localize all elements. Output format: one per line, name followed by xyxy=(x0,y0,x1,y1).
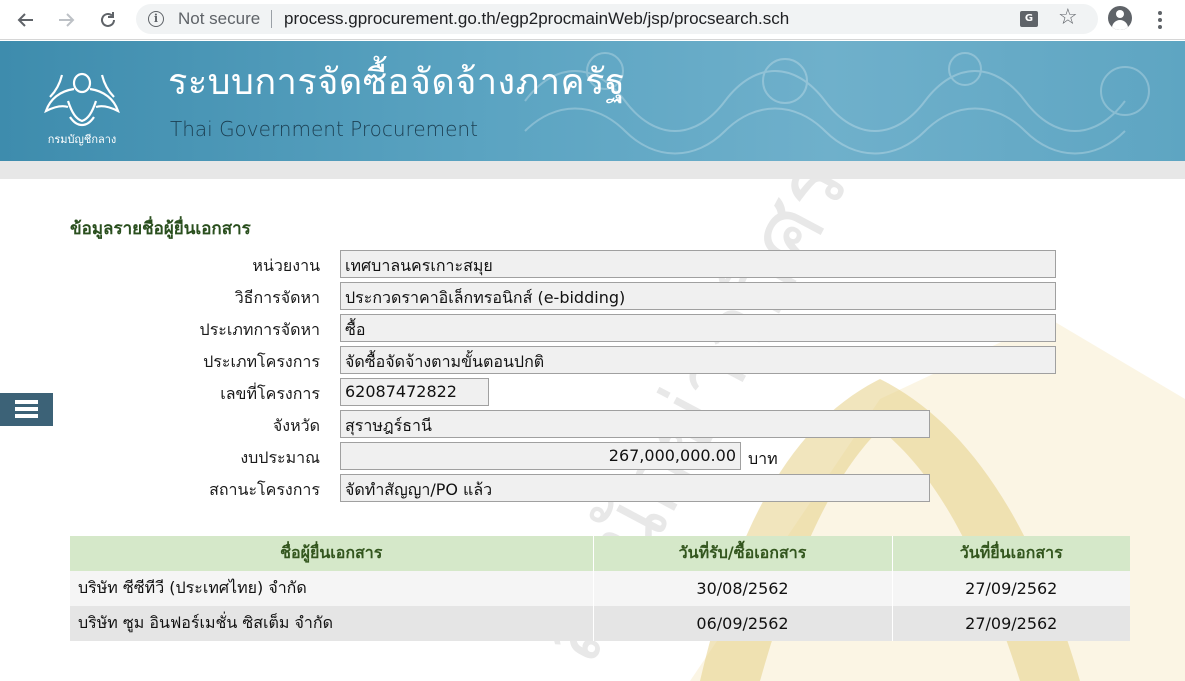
project-status-field: จัดทำสัญญา/PO แล้ว xyxy=(340,474,930,502)
document-received-date-cell: 30/08/2562 xyxy=(593,571,893,606)
document-received-date-cell: 06/09/2562 xyxy=(593,606,893,641)
reload-icon xyxy=(101,12,115,27)
bidder-name-cell: บริษัท ซูม อินฟอร์เมชั่น ซิสเต็ม จำกัด xyxy=(70,606,594,641)
omnibox-divider xyxy=(271,10,272,28)
submission-date-cell: 27/09/2562 xyxy=(892,606,1130,641)
translate-icon[interactable]: G xyxy=(1020,11,1038,27)
procurement-type-field: ซื้อ xyxy=(340,314,1056,342)
section-title: ข้อมูลรายชื่อผู้ยื่นเอกสาร xyxy=(70,219,251,239)
column-header-submission-date: วันที่ยื่นเอกสาร xyxy=(892,536,1130,571)
field-label: จังหวัด xyxy=(272,416,320,435)
column-header-bidder-name: ชื่อผู้ยื่นเอกสาร xyxy=(70,536,594,571)
table-header-row: ชื่อผู้ยื่นเอกสาร วันที่รับ/ซื้อเอกสาร ว… xyxy=(70,536,1130,571)
column-header-document-received-date: วันที่รับ/ซื้อเอกสาร xyxy=(593,536,893,571)
field-label: งบประมาณ xyxy=(240,448,320,467)
site-subtitle: Thai Government Procurement xyxy=(170,117,478,141)
info-icon[interactable]: i xyxy=(148,11,164,27)
bidder-name-cell: บริษัท ซีซีทีวี (ประเทศไทย) จำกัด xyxy=(70,571,594,606)
security-label[interactable]: Not secure xyxy=(178,9,260,29)
browser-toolbar: i Not secure process.gprocurement.go.th/… xyxy=(0,0,1185,40)
garuda-logo-icon: กรมบัญชีกลาง xyxy=(44,72,120,146)
browser-menu-icon[interactable] xyxy=(1150,6,1170,34)
reload-button[interactable] xyxy=(94,6,122,34)
budget-field: 267,000,000.00 xyxy=(340,442,741,470)
site-header: กรมบัญชีกลาง ระบบการจัดซื้อจัดจ้างภาครัฐ… xyxy=(0,41,1185,161)
project-number-field: 62087472822 xyxy=(340,378,489,406)
logo-caption: กรมบัญชีกลาง xyxy=(48,133,117,146)
back-arrow-icon xyxy=(17,13,33,27)
profile-avatar-icon[interactable] xyxy=(1108,6,1132,30)
province-field: สุราษฎร์ธานี xyxy=(340,410,930,438)
submission-date-cell: 27/09/2562 xyxy=(892,571,1130,606)
table-row: บริษัท ซูม อินฟอร์เมชั่น ซิสเต็ม จำกัด 0… xyxy=(70,606,1130,641)
procurement-method-field: ประกวดราคาอิเล็กทรอนิกส์ (e-bidding) xyxy=(340,282,1056,310)
bidders-table: ชื่อผู้ยื่นเอกสาร วันที่รับ/ซื้อเอกสาร ว… xyxy=(70,536,1130,641)
forward-arrow-icon xyxy=(59,13,75,27)
field-label: วิธีการจัดหา xyxy=(234,288,320,307)
url-text[interactable]: process.gprocurement.go.th/egp2procmainW… xyxy=(284,9,789,29)
site-title: ระบบการจัดซื้อจัดจ้างภาครัฐ xyxy=(168,62,626,103)
field-label: ประเภทโครงการ xyxy=(203,352,320,371)
forward-button[interactable] xyxy=(52,6,80,34)
agency-field: เทศบาลนครเกาะสมุย xyxy=(340,250,1056,278)
budget-unit: บาท xyxy=(748,449,778,468)
table-row: บริษัท ซีซีทีวี (ประเทศไทย) จำกัด 30/08/… xyxy=(70,571,1130,606)
field-label: สถานะโครงการ xyxy=(209,480,320,499)
field-label: เลขที่โครงการ xyxy=(220,384,320,403)
project-type-field: จัดซื้อจัดจ้างตามขั้นตอนปกติ xyxy=(340,346,1056,374)
header-divider-strip xyxy=(0,161,1185,179)
address-bar[interactable]: i Not secure process.gprocurement.go.th/… xyxy=(136,4,1098,34)
back-button[interactable] xyxy=(12,6,40,34)
bookmark-star-icon[interactable]: ☆ xyxy=(1058,6,1078,30)
field-label: หน่วยงาน xyxy=(252,256,320,275)
field-label: ประเภทการจัดหา xyxy=(199,320,320,339)
